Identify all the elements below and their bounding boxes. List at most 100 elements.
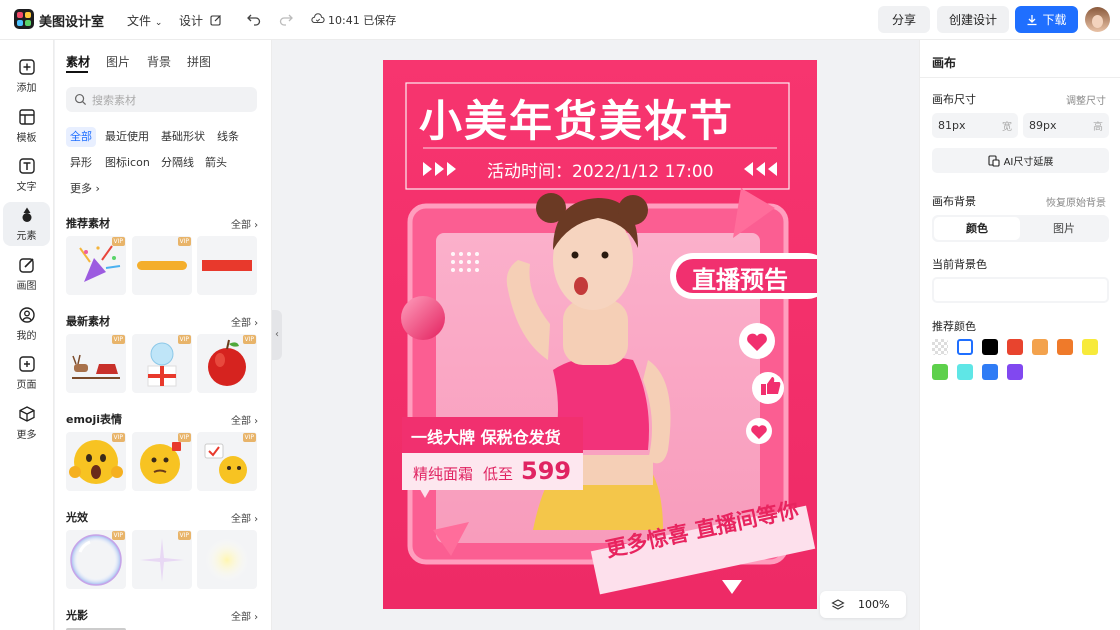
canvas-height-field[interactable]: 89px 高 bbox=[1023, 113, 1109, 138]
page-icon bbox=[18, 356, 35, 372]
vip-badge: VIP bbox=[111, 237, 125, 246]
poster-canvas[interactable]: 小美年货美妆节 活动时间：2022/1/12 17:00 直播预告 一线大牌 保… bbox=[383, 60, 817, 609]
color-swatch-transparent[interactable] bbox=[932, 339, 948, 355]
asset-thumb-red-bar[interactable] bbox=[197, 236, 257, 295]
asset-panel: 素材 图片 背景 拼图 搜索素材 全部 最近使用 基础形状 线条 异形 图标ic… bbox=[55, 40, 272, 630]
vip-badge: VIP bbox=[242, 433, 256, 442]
filter-chip-lines[interactable]: 线条 bbox=[213, 127, 243, 147]
redo-icon[interactable] bbox=[278, 11, 294, 27]
bg-tab-color[interactable]: 颜色 bbox=[934, 217, 1020, 240]
collapse-panel-handle[interactable]: ‹ bbox=[272, 310, 282, 360]
filter-chip-arrows[interactable]: 箭头 bbox=[201, 153, 231, 173]
filter-chip-more[interactable]: 更多 › bbox=[66, 179, 104, 199]
file-menu-label: 文件 bbox=[127, 14, 152, 28]
rail-label: 更多 bbox=[16, 430, 37, 441]
view-all-emoji[interactable]: 全部 › bbox=[231, 412, 258, 427]
filter-chip-dividers[interactable]: 分隔线 bbox=[157, 153, 198, 173]
design-menu[interactable]: 设计 bbox=[179, 12, 222, 29]
canvas-width-field[interactable]: 81px 宽 bbox=[932, 113, 1018, 138]
asset-thumb-gift-snowglobe[interactable]: VIP bbox=[132, 334, 192, 393]
asset-thumb-bubble[interactable]: VIP bbox=[66, 530, 126, 589]
glow-image bbox=[205, 538, 249, 582]
color-swatch-black[interactable] bbox=[982, 339, 998, 355]
rail-item-elements[interactable]: 元素 bbox=[3, 202, 50, 246]
red-bar-image bbox=[202, 260, 252, 271]
chevron-left-icon: ‹ bbox=[275, 329, 279, 340]
asset-thumb-reindeer-sleigh[interactable]: VIP bbox=[66, 334, 126, 393]
view-all-label: 全部 bbox=[231, 318, 251, 329]
current-bg-color-swatch[interactable] bbox=[932, 277, 1109, 303]
poster-promo-line1[interactable]: 一线大牌 保税仓发货 bbox=[411, 424, 561, 448]
bg-type-toggle: 颜色 图片 bbox=[932, 215, 1109, 242]
view-all-recommended[interactable]: 全部 › bbox=[231, 216, 258, 231]
tab-materials[interactable]: 素材 bbox=[66, 53, 90, 70]
bg-tab-image[interactable]: 图片 bbox=[1021, 217, 1107, 240]
user-avatar[interactable] bbox=[1085, 7, 1110, 32]
rail-item-page[interactable]: 页面 bbox=[3, 351, 50, 395]
poster-live-preview[interactable]: 直播预告 bbox=[692, 260, 788, 295]
rail-item-mine[interactable]: 我的 bbox=[3, 302, 50, 346]
tab-images[interactable]: 图片 bbox=[106, 53, 130, 70]
tab-backgrounds[interactable]: 背景 bbox=[147, 53, 171, 70]
asset-thumb-shocked-emoji[interactable]: VIP bbox=[66, 432, 126, 491]
ai-extend-button[interactable]: AI尺寸延展 bbox=[932, 148, 1109, 173]
color-swatch-blue[interactable] bbox=[982, 364, 998, 380]
color-swatch-red[interactable] bbox=[1007, 339, 1023, 355]
add-icon bbox=[18, 59, 35, 75]
search-input[interactable]: 搜索素材 bbox=[66, 87, 257, 112]
rail-label: 元素 bbox=[16, 231, 37, 242]
filter-chip-basic-shapes[interactable]: 基础形状 bbox=[157, 127, 209, 147]
layers-icon[interactable] bbox=[831, 598, 845, 612]
asset-thumb-brush-stroke[interactable]: VIP bbox=[132, 236, 192, 295]
color-swatch-cyan[interactable] bbox=[957, 364, 973, 380]
rail-item-template[interactable]: 模板 bbox=[3, 104, 50, 148]
tab-collage[interactable]: 拼图 bbox=[187, 53, 211, 70]
color-swatch-green[interactable] bbox=[932, 364, 948, 380]
poster-promo-line2[interactable]: 精纯面霜 低至 599 bbox=[413, 457, 571, 485]
app-logo[interactable] bbox=[14, 9, 34, 29]
asset-thumb-party-popper[interactable]: VIP bbox=[66, 236, 126, 295]
asset-thumb-glow[interactable] bbox=[197, 530, 257, 589]
rail-item-add[interactable]: 添加 bbox=[3, 54, 50, 98]
undo-icon[interactable] bbox=[246, 11, 262, 27]
restore-bg-link[interactable]: 恢复原始背景 bbox=[1046, 194, 1106, 209]
resize-link[interactable]: 调整尺寸 bbox=[1066, 92, 1106, 107]
search-icon bbox=[74, 93, 87, 106]
color-swatch-light-orange[interactable] bbox=[1032, 339, 1048, 355]
poster-event-time[interactable]: 活动时间：2022/1/12 17:00 bbox=[487, 157, 714, 182]
cloud-saved-icon bbox=[311, 13, 325, 24]
section-title-emoji: emoji表情 bbox=[66, 413, 123, 426]
color-swatch-orange[interactable] bbox=[1057, 339, 1073, 355]
poster-title[interactable]: 小美年货美妆节 bbox=[419, 87, 779, 149]
filter-chip-recent[interactable]: 最近使用 bbox=[101, 127, 153, 147]
asset-thumb-sparkle[interactable]: VIP bbox=[132, 530, 192, 589]
app-name[interactable]: 美图设计室 bbox=[39, 11, 104, 30]
divider bbox=[920, 77, 1120, 78]
rail-item-text[interactable]: 文字 bbox=[3, 153, 50, 197]
filter-chip-all[interactable]: 全部 bbox=[66, 127, 96, 147]
rail-item-draw[interactable]: 画图 bbox=[3, 252, 50, 296]
download-button[interactable]: 下载 bbox=[1015, 6, 1078, 33]
asset-thumb-red-apple[interactable]: VIP bbox=[197, 334, 257, 393]
asset-thumb-chick-emoji[interactable]: VIP bbox=[197, 432, 257, 491]
share-button[interactable]: 分享 bbox=[878, 6, 930, 33]
draw-icon bbox=[18, 258, 34, 273]
zoom-level[interactable]: 100% bbox=[858, 598, 889, 611]
download-label: 下载 bbox=[1042, 13, 1067, 27]
view-all-latest[interactable]: 全部 › bbox=[231, 314, 258, 329]
recommended-colors-label: 推荐颜色 bbox=[932, 320, 976, 333]
file-menu[interactable]: 文件 ⌄ bbox=[127, 12, 162, 29]
asset-thumb-thinking-emoji[interactable]: VIP bbox=[132, 432, 192, 491]
zoom-control[interactable]: 100% bbox=[820, 591, 906, 618]
color-swatch-yellow[interactable] bbox=[1082, 339, 1098, 355]
filter-chip-irregular[interactable]: 异形 bbox=[66, 153, 96, 173]
view-all-light-shadow[interactable]: 全部 › bbox=[231, 608, 258, 623]
view-all-light-effects[interactable]: 全部 › bbox=[231, 510, 258, 525]
rail-label: 模板 bbox=[16, 133, 37, 144]
create-design-button[interactable]: 创建设计 bbox=[937, 6, 1009, 33]
rail-item-more[interactable]: 更多 bbox=[3, 401, 50, 445]
canvas-bg-label: 画布背景 bbox=[932, 195, 976, 208]
color-swatch-purple[interactable] bbox=[1007, 364, 1023, 380]
color-swatch-white[interactable] bbox=[957, 339, 973, 355]
filter-chip-icons[interactable]: 图标icon bbox=[101, 153, 154, 173]
